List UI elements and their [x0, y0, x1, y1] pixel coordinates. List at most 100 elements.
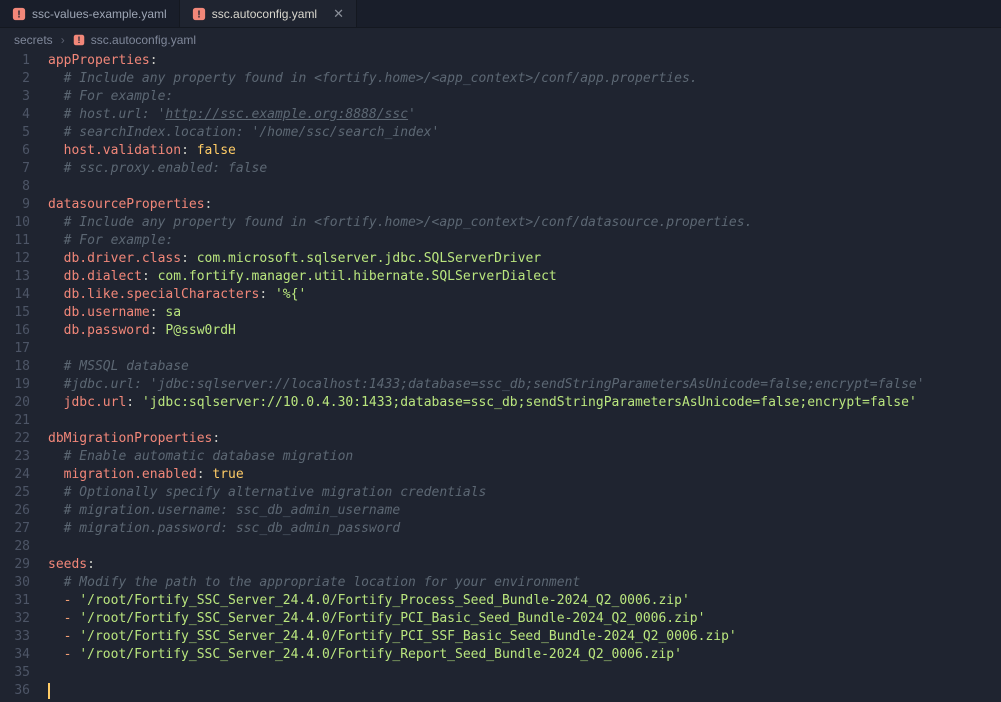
code-line[interactable]: 12 db.driver.class: com.microsoft.sqlser… [0, 250, 1001, 268]
svg-text:!: ! [77, 35, 80, 45]
code-editor[interactable]: 1appProperties:2 # Include any property … [0, 52, 1001, 702]
code-line[interactable]: 33 - '/root/Fortify_SSC_Server_24.4.0/Fo… [0, 628, 1001, 646]
code-line[interactable]: 31 - '/root/Fortify_SSC_Server_24.4.0/Fo… [0, 592, 1001, 610]
breadcrumb: secrets › ! ssc.autoconfig.yaml [0, 28, 1001, 52]
text-cursor [48, 683, 50, 699]
code-line[interactable]: 30 # Modify the path to the appropriate … [0, 574, 1001, 592]
tab-ssc-values-example[interactable]: ! ssc-values-example.yaml [0, 0, 180, 27]
line-text[interactable]: # searchIndex.location: '/home/ssc/searc… [48, 124, 439, 142]
line-text[interactable] [48, 340, 56, 358]
yaml-file-icon: ! [192, 7, 206, 21]
code-line[interactable]: 34 - '/root/Fortify_SSC_Server_24.4.0/Fo… [0, 646, 1001, 664]
line-text[interactable]: # Include any property found in <fortify… [48, 214, 752, 232]
code-line[interactable]: 21 [0, 412, 1001, 430]
yaml-file-icon: ! [12, 7, 26, 21]
line-number: 6 [0, 142, 48, 160]
line-number: 21 [0, 412, 48, 430]
line-text[interactable]: # host.url: 'http://ssc.example.org:8888… [48, 106, 416, 124]
line-number: 1 [0, 52, 48, 70]
code-line[interactable]: 23 # Enable automatic database migration [0, 448, 1001, 466]
line-number: 24 [0, 466, 48, 484]
line-text[interactable]: - '/root/Fortify_SSC_Server_24.4.0/Forti… [48, 646, 682, 664]
code-line[interactable]: 19 #jdbc.url: 'jdbc:sqlserver://localhos… [0, 376, 1001, 394]
code-line[interactable]: 22dbMigrationProperties: [0, 430, 1001, 448]
code-line[interactable]: 17 [0, 340, 1001, 358]
line-text[interactable]: db.driver.class: com.microsoft.sqlserver… [48, 250, 541, 268]
line-text[interactable]: db.dialect: com.fortify.manager.util.hib… [48, 268, 557, 286]
line-number: 30 [0, 574, 48, 592]
line-text[interactable]: # MSSQL database [48, 358, 189, 376]
line-text[interactable]: appProperties: [48, 52, 158, 70]
code-line[interactable]: 27 # migration.password: ssc_db_admin_pa… [0, 520, 1001, 538]
line-text[interactable]: db.like.specialCharacters: '%{' [48, 286, 306, 304]
line-text[interactable] [48, 538, 56, 556]
line-text[interactable]: # Optionally specify alternative migrati… [48, 484, 486, 502]
line-text[interactable]: # For example: [48, 88, 173, 106]
line-number: 29 [0, 556, 48, 574]
code-line[interactable]: 2 # Include any property found in <forti… [0, 70, 1001, 88]
code-body[interactable]: 1appProperties:2 # Include any property … [0, 52, 1001, 702]
line-text[interactable] [48, 412, 56, 430]
code-line[interactable]: 13 db.dialect: com.fortify.manager.util.… [0, 268, 1001, 286]
tab-label: ssc.autoconfig.yaml [212, 5, 317, 23]
breadcrumb-file[interactable]: ! ssc.autoconfig.yaml [73, 31, 196, 49]
line-text[interactable]: # ssc.proxy.enabled: false [48, 160, 267, 178]
line-number: 32 [0, 610, 48, 628]
line-number: 11 [0, 232, 48, 250]
code-line[interactable]: 25 # Optionally specify alternative migr… [0, 484, 1001, 502]
line-text[interactable]: # Include any property found in <fortify… [48, 70, 698, 88]
line-text[interactable] [48, 664, 56, 682]
line-number: 27 [0, 520, 48, 538]
code-line[interactable]: 36 [0, 682, 1001, 700]
line-text[interactable]: # migration.username: ssc_db_admin_usern… [48, 502, 400, 520]
code-line[interactable]: 4 # host.url: 'http://ssc.example.org:88… [0, 106, 1001, 124]
code-line[interactable]: 6 host.validation: false [0, 142, 1001, 160]
code-line[interactable]: 18 # MSSQL database [0, 358, 1001, 376]
code-line[interactable]: 28 [0, 538, 1001, 556]
line-text[interactable]: # Modify the path to the appropriate loc… [48, 574, 580, 592]
line-text[interactable]: - '/root/Fortify_SSC_Server_24.4.0/Forti… [48, 592, 690, 610]
code-line[interactable]: 7 # ssc.proxy.enabled: false [0, 160, 1001, 178]
code-line[interactable]: 5 # searchIndex.location: '/home/ssc/sea… [0, 124, 1001, 142]
line-text[interactable]: # Enable automatic database migration [48, 448, 353, 466]
line-text[interactable] [48, 178, 56, 196]
line-text[interactable]: #jdbc.url: 'jdbc:sqlserver://localhost:1… [48, 376, 925, 394]
code-line[interactable]: 20 jdbc.url: 'jdbc:sqlserver://10.0.4.30… [0, 394, 1001, 412]
line-text[interactable]: datasourceProperties: [48, 196, 212, 214]
code-line[interactable]: 15 db.username: sa [0, 304, 1001, 322]
line-number: 25 [0, 484, 48, 502]
line-text[interactable]: # migration.password: ssc_db_admin_passw… [48, 520, 400, 538]
tab-ssc-autoconfig[interactable]: ! ssc.autoconfig.yaml ✕ [180, 0, 357, 27]
code-line[interactable]: 26 # migration.username: ssc_db_admin_us… [0, 502, 1001, 520]
line-number: 15 [0, 304, 48, 322]
line-text[interactable]: db.username: sa [48, 304, 181, 322]
code-line[interactable]: 35 [0, 664, 1001, 682]
line-number: 18 [0, 358, 48, 376]
line-number: 7 [0, 160, 48, 178]
line-text[interactable]: - '/root/Fortify_SSC_Server_24.4.0/Forti… [48, 610, 705, 628]
code-line[interactable]: 24 migration.enabled: true [0, 466, 1001, 484]
line-text[interactable]: host.validation: false [48, 142, 236, 160]
breadcrumb-root[interactable]: secrets [14, 31, 53, 49]
line-text[interactable]: dbMigrationProperties: [48, 430, 220, 448]
code-line[interactable]: 11 # For example: [0, 232, 1001, 250]
code-line[interactable]: 9datasourceProperties: [0, 196, 1001, 214]
code-line[interactable]: 16 db.password: P@ssw0rdH [0, 322, 1001, 340]
code-line[interactable]: 29seeds: [0, 556, 1001, 574]
close-icon[interactable]: ✕ [333, 5, 344, 23]
line-text[interactable]: - '/root/Fortify_SSC_Server_24.4.0/Forti… [48, 628, 737, 646]
line-text[interactable]: db.password: P@ssw0rdH [48, 322, 236, 340]
line-number: 2 [0, 70, 48, 88]
line-text[interactable]: # For example: [48, 232, 173, 250]
line-text[interactable]: migration.enabled: true [48, 466, 244, 484]
code-line[interactable]: 14 db.like.specialCharacters: '%{' [0, 286, 1001, 304]
code-line[interactable]: 3 # For example: [0, 88, 1001, 106]
line-number: 9 [0, 196, 48, 214]
line-text[interactable]: jdbc.url: 'jdbc:sqlserver://10.0.4.30:14… [48, 394, 917, 412]
line-text[interactable]: seeds: [48, 556, 95, 574]
code-line[interactable]: 8 [0, 178, 1001, 196]
code-line[interactable]: 10 # Include any property found in <fort… [0, 214, 1001, 232]
code-line[interactable]: 32 - '/root/Fortify_SSC_Server_24.4.0/Fo… [0, 610, 1001, 628]
tab-bar: ! ssc-values-example.yaml ! ssc.autoconf… [0, 0, 1001, 28]
code-line[interactable]: 1appProperties: [0, 52, 1001, 70]
